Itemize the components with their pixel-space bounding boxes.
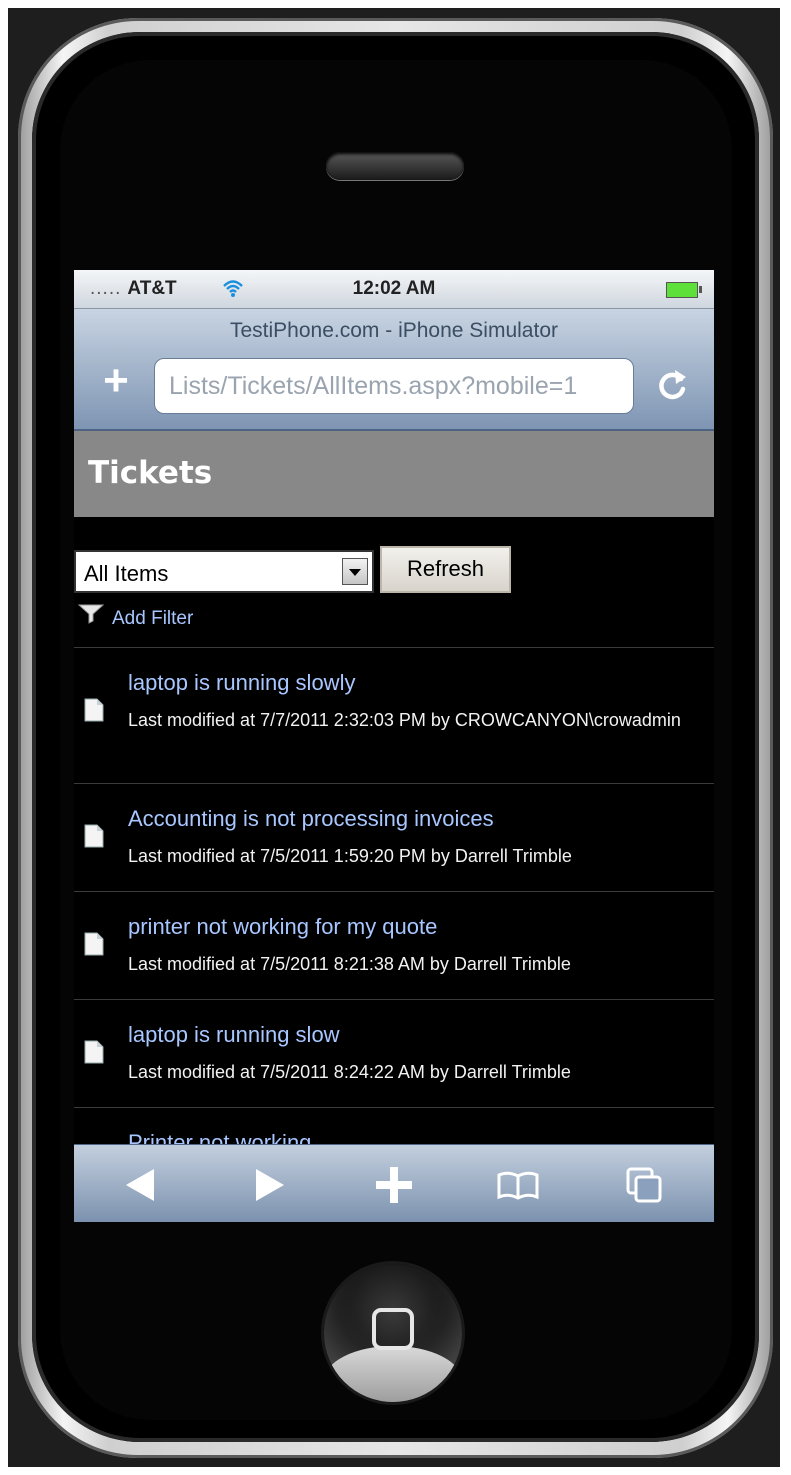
document-icon (84, 1040, 104, 1064)
status-time: 12:02 AM (352, 278, 436, 299)
list-item[interactable]: laptop is running slowly Last modified a… (74, 648, 714, 783)
home-square-icon (372, 1308, 414, 1350)
browser-toolbar (74, 1144, 714, 1222)
item-title-link[interactable]: laptop is running slow (128, 1022, 340, 1048)
home-button[interactable] (324, 1264, 462, 1402)
view-select-value: All Items (84, 561, 169, 586)
document-icon (84, 932, 104, 956)
url-text: Lists/Tickets/AllItems.aspx?mobile=1 (169, 372, 578, 400)
reload-icon[interactable] (652, 365, 692, 405)
chevron-down-icon[interactable] (342, 558, 368, 585)
browser-address-bar: TestiPhone.com - iPhone Simulator + List… (74, 309, 714, 431)
back-icon[interactable] (120, 1163, 164, 1207)
document-icon (84, 698, 104, 722)
bookmarks-icon[interactable] (496, 1163, 540, 1207)
view-select[interactable]: All Items (74, 550, 374, 593)
item-title-link[interactable]: laptop is running slowly (128, 670, 355, 696)
item-meta: Last modified at 7/7/2011 2:32:03 PM by … (128, 710, 681, 730)
item-meta: Last modified at 7/5/2011 8:21:38 AM by … (128, 954, 571, 974)
item-meta: Last modified at 7/5/2011 1:59:20 PM by … (128, 846, 572, 866)
url-field[interactable]: Lists/Tickets/AllItems.aspx?mobile=1 (154, 358, 634, 414)
page-title: Tickets (88, 455, 213, 491)
browser-page-title: TestiPhone.com - iPhone Simulator (230, 319, 558, 342)
item-title-link[interactable]: printer not working for my quote (128, 914, 437, 940)
item-meta: Last modified at 7/5/2011 8:24:22 AM by … (128, 1062, 571, 1082)
filter-icon[interactable] (78, 603, 104, 625)
refresh-button[interactable]: Refresh (380, 546, 511, 593)
plus-icon[interactable]: + (94, 359, 138, 405)
pages-icon[interactable] (622, 1163, 666, 1207)
page-header: Tickets (74, 431, 714, 517)
forward-icon[interactable] (246, 1163, 290, 1207)
status-bar: ..... AT&T 12:02 AM (74, 270, 714, 309)
list-item[interactable]: laptop is running slow Last modified at … (74, 1000, 714, 1107)
document-icon (84, 824, 104, 848)
list-item[interactable]: printer not working for my quote Last mo… (74, 892, 714, 999)
item-title-link[interactable]: Accounting is not processing invoices (128, 806, 494, 832)
earpiece-speaker (326, 152, 464, 180)
add-filter-link[interactable]: Add Filter (112, 608, 193, 630)
phone-screen: ..... AT&T 12:02 AM TestiPhone.com - iPho… (74, 270, 714, 1222)
battery-icon (666, 282, 702, 298)
add-icon[interactable] (372, 1163, 416, 1207)
list-item[interactable]: Accounting is not processing invoices La… (74, 784, 714, 891)
